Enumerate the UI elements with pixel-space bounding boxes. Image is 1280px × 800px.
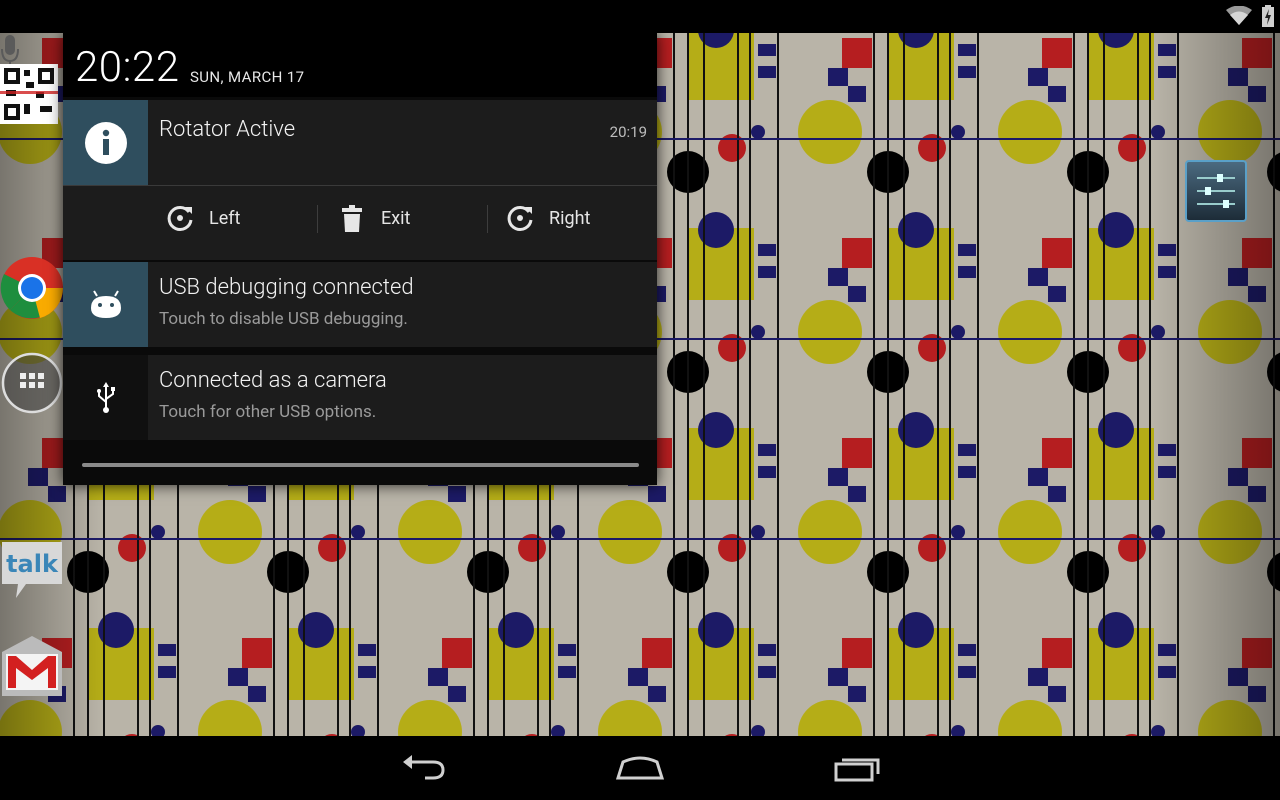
settings-app-icon[interactable] — [1185, 160, 1247, 222]
notification-title: USB debugging connected — [159, 275, 414, 300]
back-icon[interactable] — [399, 750, 449, 786]
notification-rotator[interactable]: Rotator Active 20:19 Left Exit Right — [63, 100, 657, 260]
notification-usb-camera[interactable]: Connected as a camera Touch for other US… — [63, 355, 657, 440]
usb-icon-tile — [63, 355, 148, 440]
wifi-icon — [1226, 6, 1252, 25]
shade-header: 20:22 SUN, MARCH 17 — [63, 33, 657, 97]
action-label: Exit — [381, 207, 411, 229]
recents-icon[interactable] — [832, 750, 882, 786]
android-icon — [90, 289, 121, 318]
rotate-left-button[interactable]: Left — [165, 200, 240, 236]
shade-drag-handle[interactable] — [82, 463, 639, 467]
clock: 20:22 — [75, 43, 180, 92]
all-apps-button[interactable] — [0, 351, 64, 415]
info-icon-tile — [63, 100, 148, 185]
notification-usb-debugging[interactable]: USB debugging connected Touch to disable… — [63, 262, 657, 347]
info-icon — [84, 121, 127, 164]
navigation-bar — [0, 736, 1280, 800]
android-icon-tile — [63, 262, 148, 347]
usb-icon — [96, 381, 115, 413]
notification-time: 20:19 — [609, 123, 647, 141]
divider — [63, 185, 657, 186]
notification-subtitle: Touch for other USB options. — [159, 402, 377, 422]
trash-icon — [342, 205, 362, 232]
talk-app-icon[interactable]: talk — [0, 538, 64, 602]
notification-title: Rotator Active — [159, 117, 296, 142]
rotate-right-button[interactable]: Right — [505, 200, 590, 236]
action-separator — [487, 205, 488, 233]
date: SUN, MARCH 17 — [190, 68, 305, 86]
action-label: Right — [549, 207, 591, 229]
chrome-icon[interactable] — [0, 256, 64, 320]
home-icon[interactable] — [615, 750, 665, 786]
notification-title: Connected as a camera — [159, 368, 387, 393]
rotate-icon — [167, 205, 193, 231]
qr-code-widget[interactable] — [0, 64, 58, 124]
exit-button[interactable]: Exit — [337, 200, 410, 236]
action-separator — [317, 205, 318, 233]
talk-label: talk — [6, 550, 59, 578]
gmail-icon[interactable] — [0, 634, 64, 698]
notification-shade: 20:22 SUN, MARCH 17 Rotator Active 20:19… — [63, 33, 657, 485]
battery-charging-icon — [1262, 5, 1274, 27]
notification-subtitle: Touch to disable USB debugging. — [159, 309, 408, 329]
rotate-icon — [507, 205, 533, 231]
action-label: Left — [209, 207, 241, 229]
status-bar — [0, 0, 1280, 33]
